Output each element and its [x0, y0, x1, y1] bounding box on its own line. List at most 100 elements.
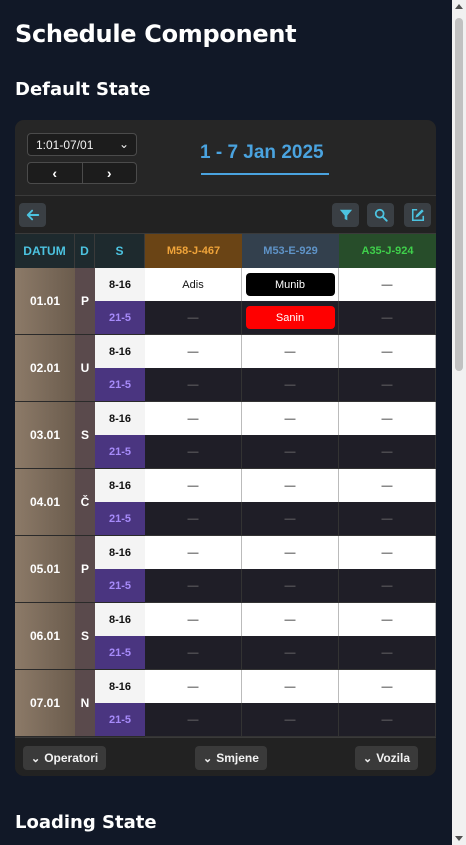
schedule-cell[interactable]: — [145, 703, 242, 737]
page-scrollbar[interactable] [452, 0, 466, 845]
cell-text: — [187, 311, 199, 324]
header-vehicle-2[interactable]: M53-E-929 [242, 234, 339, 268]
schedule-cell[interactable]: — [242, 603, 339, 636]
cell-text: — [187, 479, 199, 492]
schedule-cell[interactable]: — [339, 335, 436, 368]
schedule-footer: ⌄ Operatori ⌄ Smjene ⌄ Vozila [15, 737, 436, 776]
cell-text: — [284, 713, 296, 726]
cell-text: — [381, 445, 393, 458]
scroll-down-arrow-icon[interactable] [455, 836, 463, 841]
prev-week-button[interactable]: ‹ [28, 163, 83, 183]
row-day: S [75, 402, 95, 469]
row-day: N [75, 670, 95, 737]
schedule-cell[interactable]: — [145, 301, 242, 335]
row-day: S [75, 603, 95, 670]
row-date: 05.01 [15, 536, 75, 603]
shift-night-label: 21-5 [95, 435, 145, 469]
schedule-cell[interactable]: — [242, 703, 339, 737]
table-row: 02.01 U 8-16 21-5 — — — — — — [15, 335, 436, 402]
cell-text: — [187, 579, 199, 592]
schedule-cell[interactable]: — [242, 569, 339, 603]
operators-button[interactable]: ⌄ Operatori [23, 746, 107, 770]
schedule-cell[interactable]: — [242, 636, 339, 670]
shift-day-label: 8-16 [95, 402, 145, 435]
schedule-cell[interactable]: — [145, 670, 242, 703]
schedule-cell[interactable]: — [339, 569, 436, 603]
filter-icon [339, 209, 352, 221]
schedule-cell[interactable]: — [242, 335, 339, 368]
cell-text: — [187, 613, 199, 626]
section-title-default: Default State [15, 79, 151, 100]
schedule-toolbar [15, 196, 436, 234]
cell-text: — [381, 378, 393, 391]
scrollbar-thumb[interactable] [455, 18, 463, 371]
schedule-cell[interactable]: — [339, 536, 436, 569]
schedule-cell[interactable]: Adis [145, 268, 242, 301]
schedule-cell[interactable]: — [145, 502, 242, 536]
schedule-cell[interactable]: — [242, 536, 339, 569]
schedule-cell[interactable]: — [145, 469, 242, 502]
schedule-cell[interactable]: — [145, 402, 242, 435]
schedule-cell[interactable]: — [242, 670, 339, 703]
next-week-button[interactable]: › [83, 163, 137, 183]
shift-day-label: 8-16 [95, 536, 145, 569]
cell-text: — [187, 378, 199, 391]
schedule-cell[interactable]: — [339, 636, 436, 670]
cell-text: — [381, 646, 393, 659]
date-range-select[interactable]: 1:01-07/01 ⌄ [27, 133, 137, 156]
cell-text: — [284, 345, 296, 358]
schedule-cell[interactable]: Sanin [242, 301, 339, 335]
schedule-cell[interactable]: — [145, 636, 242, 670]
cell-text: — [187, 646, 199, 659]
schedule-cell[interactable]: — [145, 335, 242, 368]
scroll-up-arrow-icon[interactable] [455, 4, 463, 9]
schedule-cell[interactable]: — [145, 603, 242, 636]
edit-button[interactable] [404, 203, 431, 227]
cell-text: — [284, 512, 296, 525]
cell-text: — [381, 546, 393, 559]
schedule-cell[interactable]: — [145, 435, 242, 469]
schedule-cell[interactable]: — [339, 435, 436, 469]
schedule-cell[interactable]: — [339, 402, 436, 435]
schedule-cell[interactable]: — [339, 268, 436, 301]
table-row: 01.01 P 8-16 21-5 Adis Munib — — Sanin — [15, 268, 436, 335]
cell-text: — [284, 579, 296, 592]
filter-button[interactable] [332, 203, 359, 227]
cell-text: — [284, 378, 296, 391]
chevron-down-icon: ⌄ [363, 752, 373, 765]
schedule-cell[interactable]: — [145, 536, 242, 569]
schedule-cell[interactable]: — [339, 670, 436, 703]
header-vehicle-3[interactable]: A35-J-924 [339, 234, 436, 268]
schedule-cell[interactable]: — [339, 603, 436, 636]
schedule-cell[interactable]: Munib [242, 268, 339, 301]
row-day: U [75, 335, 95, 402]
chevron-down-icon: ⌄ [31, 752, 41, 765]
schedule-cell[interactable]: — [145, 569, 242, 603]
week-title-underline [201, 173, 329, 175]
schedule-cell[interactable]: — [242, 368, 339, 402]
vehicles-button[interactable]: ⌄ Vozila [355, 746, 419, 770]
schedule-cell[interactable]: — [242, 435, 339, 469]
schedule-cell[interactable]: — [339, 301, 436, 335]
shifts-button[interactable]: ⌄ Smjene [195, 746, 267, 770]
schedule-cell[interactable]: — [339, 368, 436, 402]
search-button[interactable] [367, 203, 394, 227]
schedule-cell[interactable]: — [242, 402, 339, 435]
cell-text: — [381, 579, 393, 592]
schedule-cell[interactable]: — [145, 368, 242, 402]
schedule-cell[interactable]: — [339, 469, 436, 502]
schedule-card: 1:01-07/01 ⌄ ‹ › 1 - 7 Jan 2025 DATUM D … [15, 120, 436, 776]
assignment-pill[interactable]: Sanin [245, 306, 335, 329]
schedule-cell[interactable]: — [339, 502, 436, 536]
assignment-pill[interactable]: Munib [245, 273, 335, 296]
schedule-cell[interactable]: — [242, 469, 339, 502]
cell-text: — [187, 445, 199, 458]
header-vehicle-1[interactable]: M58-J-467 [145, 234, 242, 268]
schedule-cell[interactable]: — [339, 703, 436, 737]
shift-night-label: 21-5 [95, 636, 145, 670]
cell-text: — [284, 613, 296, 626]
back-button[interactable] [19, 203, 46, 227]
schedule-cell[interactable]: — [242, 502, 339, 536]
cell-text: — [381, 613, 393, 626]
operators-label: Operatori [44, 751, 99, 765]
